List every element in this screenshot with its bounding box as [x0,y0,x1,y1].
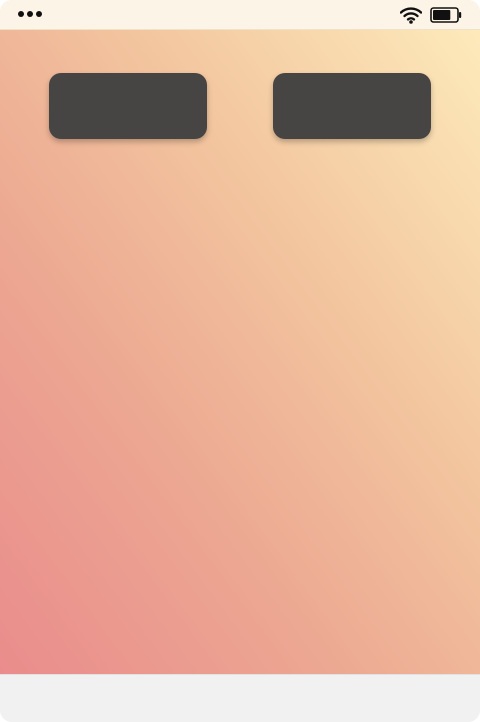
signal-dot [18,11,24,17]
signal-dot [36,11,42,17]
battery-icon [430,7,462,23]
widget-button-left[interactable] [49,73,207,139]
wifi-icon [400,7,422,24]
signal-dot [27,11,33,17]
home-wallpaper [0,30,480,674]
status-bar [0,0,480,30]
battery-level-fill [433,10,451,20]
widget-button-right[interactable] [273,73,431,139]
device-screen [0,0,480,722]
bottom-bar [0,674,480,722]
signal-dots-icon [18,11,42,17]
